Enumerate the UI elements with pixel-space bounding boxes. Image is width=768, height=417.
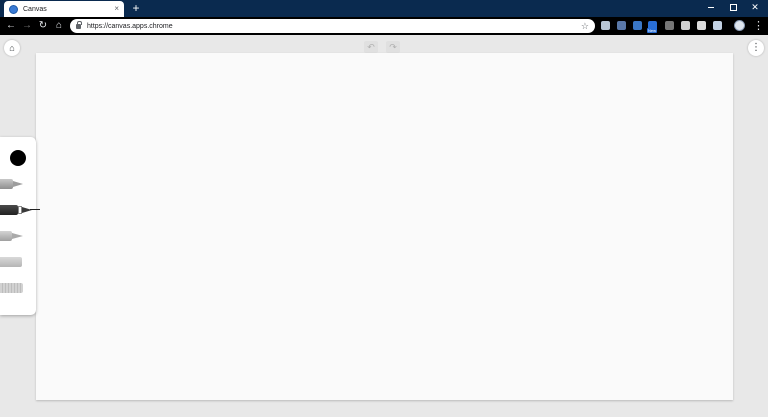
docs-extension-icon[interactable] xyxy=(633,21,642,30)
redo-button[interactable]: ↷ xyxy=(386,41,400,53)
app-menu-button[interactable]: ⋮ xyxy=(748,40,764,56)
extension-icon-7[interactable] xyxy=(697,21,706,30)
browser-tab[interactable]: Canvas × xyxy=(4,1,124,17)
extension-icon-8[interactable] xyxy=(713,21,722,30)
eraser-body xyxy=(0,283,23,293)
maximize-button[interactable] xyxy=(722,0,744,15)
shield-extension-icon[interactable] xyxy=(601,21,610,30)
marker-body xyxy=(0,205,18,215)
extension-icon-5[interactable] xyxy=(665,21,674,30)
new-tab-button[interactable]: + xyxy=(130,2,142,14)
tool-palette xyxy=(0,137,40,315)
address-bar[interactable]: https://canvas.apps.chrome ☆ xyxy=(70,19,595,33)
pencil-body xyxy=(0,231,12,241)
browser-tab-strip: Canvas × + ✕ xyxy=(0,0,768,17)
browser-home-button[interactable]: ⌂ xyxy=(52,19,66,33)
browser-toolbar: ← → ↻ ⌂ https://canvas.apps.chrome ☆ New… xyxy=(0,17,768,35)
app-home-button[interactable]: ⌂ xyxy=(4,40,20,56)
browser-menu-icon[interactable]: ⋮ xyxy=(753,19,764,33)
tab-close-icon[interactable]: × xyxy=(114,5,119,13)
canvas-favicon-icon xyxy=(9,4,18,14)
marker-tip xyxy=(22,207,32,213)
forward-button[interactable]: → xyxy=(20,19,34,33)
chalk-body xyxy=(0,257,22,267)
pen-tip xyxy=(13,181,23,187)
extension-new-badge: New xyxy=(647,28,658,33)
lock-icon[interactable] xyxy=(76,20,82,29)
translate-extension-icon[interactable] xyxy=(617,21,626,30)
pencil-tip xyxy=(12,233,23,239)
drawing-canvas[interactable] xyxy=(36,53,733,400)
extension-icon-6[interactable] xyxy=(681,21,690,30)
canvas-app: ⌂ ⋮ ↶ ↷ xyxy=(0,35,768,417)
back-button[interactable]: ← xyxy=(4,19,18,33)
profile-avatar[interactable] xyxy=(734,20,745,31)
marker-stroke xyxy=(30,209,40,210)
bookmark-star-icon[interactable]: ☆ xyxy=(581,21,589,31)
undo-button[interactable]: ↶ xyxy=(364,41,378,53)
color-picker-swatch[interactable] xyxy=(10,150,26,166)
tab-title: Canvas xyxy=(23,5,47,13)
window-close-button[interactable]: ✕ xyxy=(744,0,766,15)
undo-redo-group: ↶ ↷ xyxy=(364,41,400,53)
url-text[interactable]: https://canvas.apps.chrome xyxy=(87,23,581,30)
minimize-button[interactable] xyxy=(700,0,722,15)
reload-button[interactable]: ↻ xyxy=(36,19,50,33)
pen-body xyxy=(0,179,13,189)
